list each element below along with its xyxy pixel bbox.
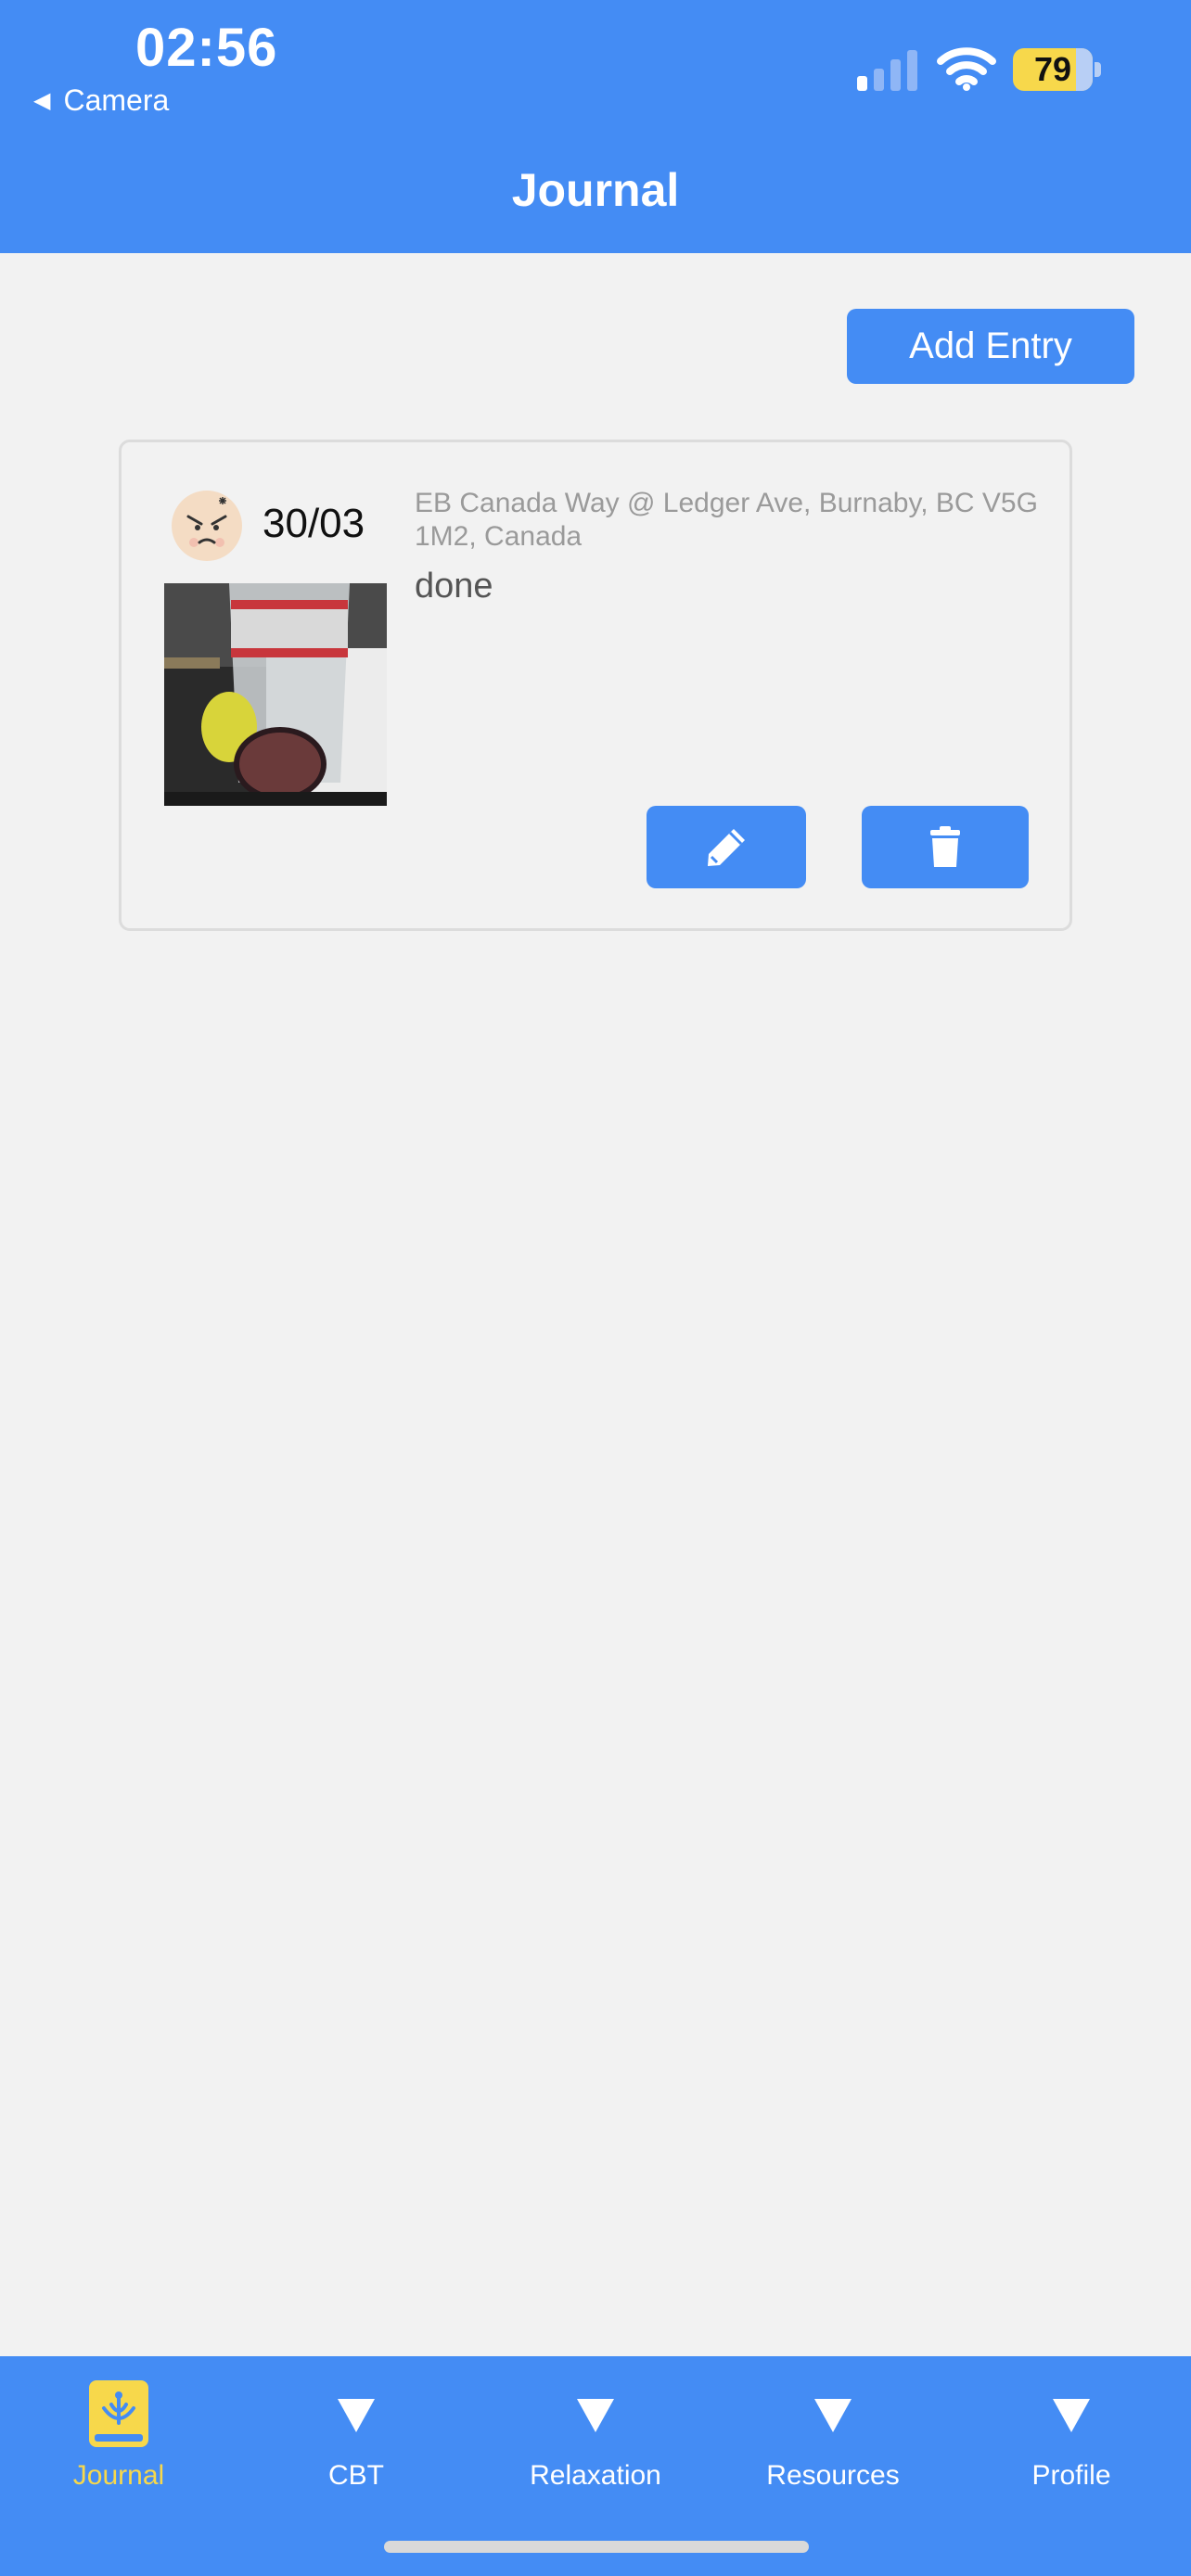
journal-icon bbox=[89, 2380, 148, 2452]
back-app-label: Camera bbox=[63, 83, 170, 117]
journal-entry-card[interactable]: 30/03 EB Canada Way @ Ledger Ave, Burnab… bbox=[119, 440, 1072, 931]
triangle-down-icon bbox=[1053, 2380, 1090, 2432]
wifi-icon bbox=[937, 47, 996, 91]
page-title: Journal bbox=[511, 164, 680, 216]
angry-face-icon bbox=[172, 491, 242, 561]
pencil-icon bbox=[708, 828, 745, 866]
triangle-down-icon bbox=[814, 2380, 852, 2432]
back-to-camera-link[interactable]: ◀ Camera bbox=[33, 83, 169, 118]
tab-label: Resources bbox=[766, 2460, 900, 2491]
entry-photo[interactable] bbox=[164, 583, 387, 806]
entry-location: EB Canada Way @ Ledger Ave, Burnaby, BC … bbox=[415, 488, 1038, 552]
edit-entry-button[interactable] bbox=[647, 806, 806, 888]
triangle-down-icon bbox=[338, 2380, 375, 2432]
tab-label: Journal bbox=[72, 2460, 165, 2491]
entry-text: done bbox=[415, 567, 493, 606]
tab-relaxation[interactable]: Relaxation bbox=[477, 2356, 714, 2542]
battery-indicator: 79 bbox=[1013, 48, 1102, 91]
tab-label: Profile bbox=[1031, 2460, 1111, 2491]
status-time: 02:56 bbox=[135, 18, 278, 78]
cellular-signal-icon bbox=[857, 50, 917, 91]
battery-percent: 79 bbox=[1033, 50, 1072, 88]
triangle-down-icon bbox=[577, 2380, 614, 2432]
home-indicator[interactable] bbox=[384, 2541, 809, 2553]
trash-icon bbox=[930, 825, 960, 867]
tab-resources[interactable]: Resources bbox=[714, 2356, 952, 2542]
tab-label: CBT bbox=[328, 2460, 384, 2491]
delete-entry-button[interactable] bbox=[862, 806, 1029, 888]
add-entry-button[interactable]: Add Entry bbox=[847, 309, 1134, 384]
entry-date: 30/03 bbox=[263, 501, 365, 546]
tab-journal[interactable]: Journal bbox=[0, 2356, 237, 2542]
tab-profile[interactable]: Profile bbox=[953, 2356, 1190, 2542]
header-bar: 02:56 ◀ Camera 79 Journal bbox=[0, 0, 1191, 253]
tab-label: Relaxation bbox=[530, 2460, 661, 2491]
tab-cbt[interactable]: CBT bbox=[237, 2356, 475, 2542]
back-arrow-icon: ◀ bbox=[33, 88, 51, 113]
